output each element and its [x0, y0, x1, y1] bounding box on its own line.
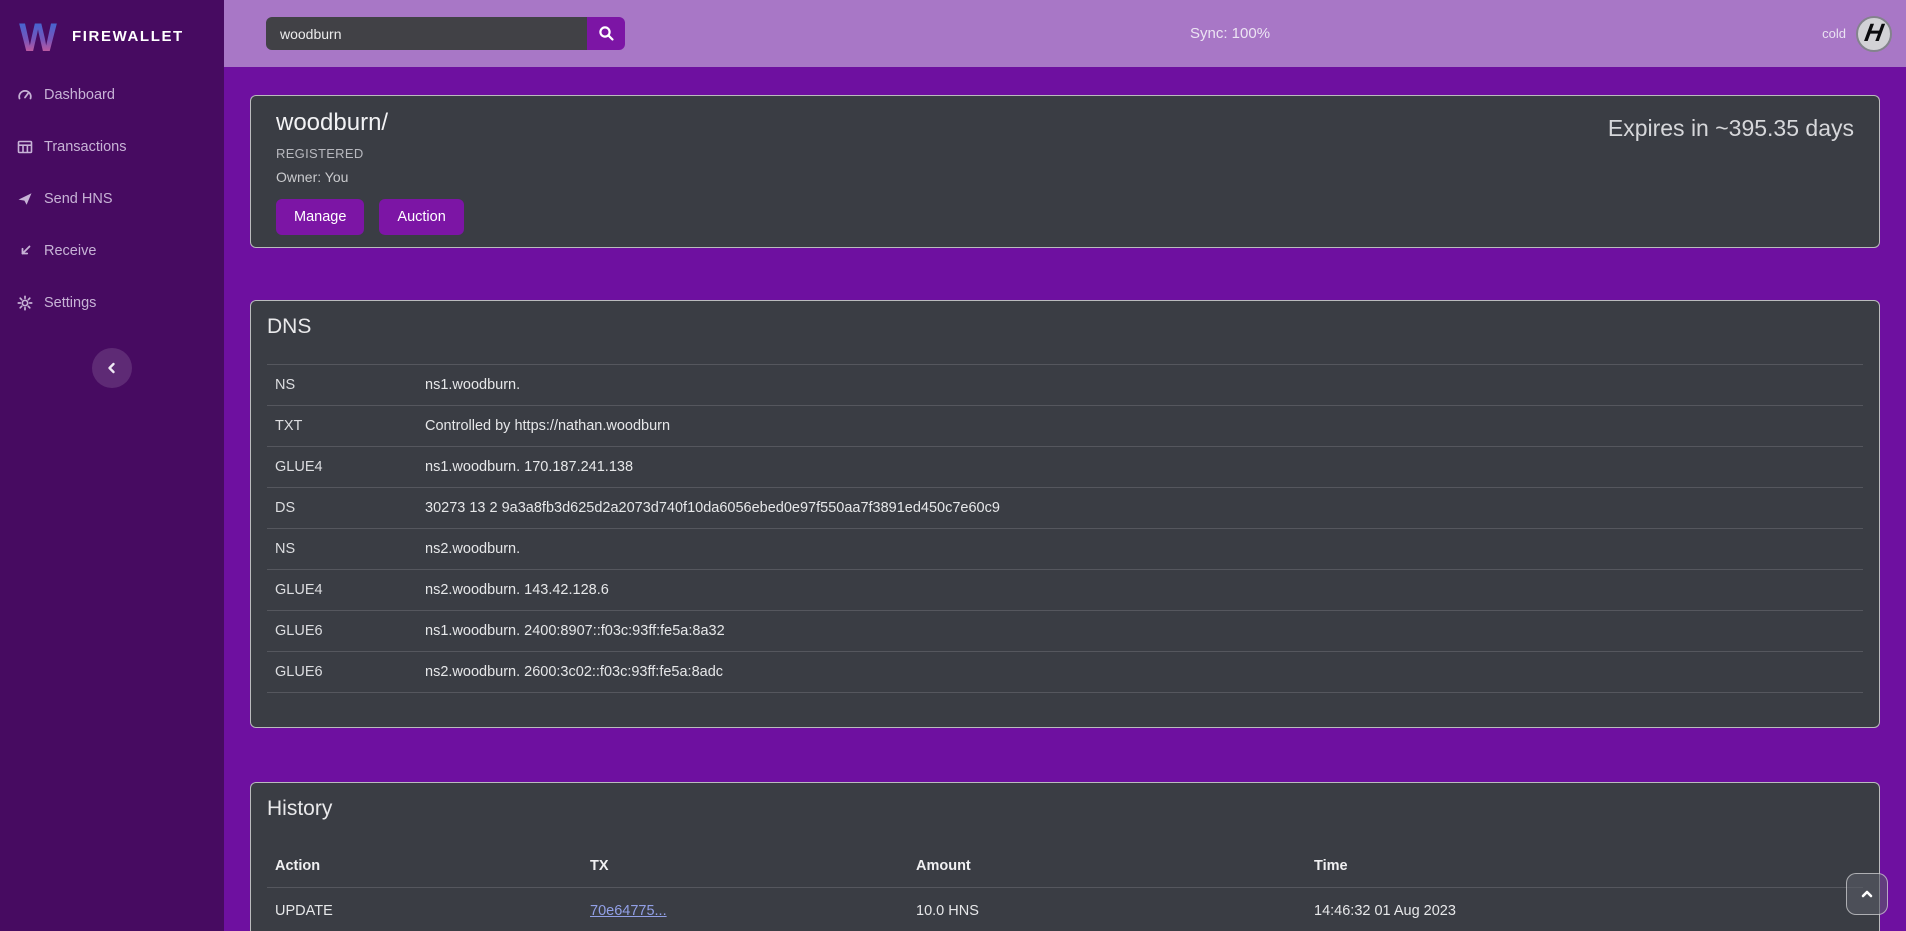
history-col-amount: Amount [908, 845, 1306, 887]
svg-text:W: W [19, 16, 57, 60]
sidebar-item-label: Send HNS [44, 191, 113, 207]
wallet-name-label: cold [1822, 26, 1846, 41]
history-action: UPDATE [267, 887, 582, 931]
dns-record-type: NS [267, 365, 417, 406]
app-title: FIREWALLET [72, 28, 184, 45]
history-col-action: Action [267, 845, 582, 887]
dns-record-value: ns1.woodburn. 2400:8907::f03c:93ff:fe5a:… [417, 611, 1863, 652]
expiry-label: Expires in ~395.35 days [1608, 115, 1854, 142]
scroll-to-top-button[interactable] [1846, 873, 1888, 915]
sidebar-item-send-hns[interactable]: Send HNS [0, 173, 224, 225]
history-card: History Action TX Amount Time UPDATE 70e… [250, 782, 1880, 931]
sidebar-nav: Dashboard Transactions Send HNS [0, 69, 224, 329]
dns-table: NS ns1.woodburn. TXT Controlled by https… [267, 364, 1863, 693]
domain-summary-card: woodburn/ REGISTERED Owner: You Manage A… [250, 95, 1880, 248]
sidebar-item-dashboard[interactable]: Dashboard [0, 69, 224, 121]
topbar: Sync: 100% cold H [224, 0, 1906, 67]
dns-record-row: GLUE6 ns2.woodburn. 2600:3c02::f03c:93ff… [267, 652, 1863, 693]
tx-link[interactable]: 70e64775... [590, 903, 667, 919]
search-bar [266, 17, 625, 50]
brand: W FIREWALLET [0, 0, 224, 64]
chevron-up-icon [1859, 886, 1875, 902]
firewallet-logo-icon: W [16, 14, 60, 60]
auction-button[interactable]: Auction [379, 199, 463, 235]
dns-record-row: NS ns2.woodburn. [267, 529, 1863, 570]
dns-record-row: NS ns1.woodburn. [267, 365, 1863, 406]
transactions-table-icon [17, 139, 33, 155]
dns-record-row: TXT Controlled by https://nathan.woodbur… [267, 406, 1863, 447]
sidebar-item-transactions[interactable]: Transactions [0, 121, 224, 173]
settings-gear-icon [17, 295, 33, 311]
sidebar: W FIREWALLET Dashboard [0, 0, 224, 931]
dns-card: DNS NS ns1.woodburn. TXT Controlled by h… [250, 300, 1880, 728]
dns-record-value: ns2.woodburn. 2600:3c02::f03c:93ff:fe5a:… [417, 652, 1863, 693]
hns-logo-icon[interactable]: H [1856, 16, 1892, 52]
manage-button[interactable]: Manage [276, 199, 364, 235]
sync-status: Sync: 100% [1190, 0, 1270, 67]
receive-arrow-icon [17, 243, 33, 259]
domain-status-label: REGISTERED [276, 146, 1854, 161]
search-input[interactable] [266, 17, 587, 50]
history-col-tx: TX [582, 845, 908, 887]
domain-owner-label: Owner: You [276, 169, 1854, 185]
domain-actions: Manage Auction [276, 199, 1854, 235]
history-time: 14:46:32 01 Aug 2023 [1306, 887, 1863, 931]
history-header-row: Action TX Amount Time [267, 845, 1863, 887]
sidebar-item-receive[interactable]: Receive [0, 225, 224, 277]
dns-record-type: DS [267, 488, 417, 529]
dns-record-value: Controlled by https://nathan.woodburn [417, 406, 1863, 447]
dns-record-type: TXT [267, 406, 417, 447]
dashboard-icon [17, 87, 33, 103]
history-row: UPDATE 70e64775... 10.0 HNS 14:46:32 01 … [267, 887, 1863, 931]
send-paper-plane-icon [17, 191, 33, 207]
dns-record-row: DS 30273 13 2 9a3a8fb3d625d2a2073d740f10… [267, 488, 1863, 529]
history-amount: 10.0 HNS [908, 887, 1306, 931]
dns-record-value: ns2.woodburn. 143.42.128.6 [417, 570, 1863, 611]
sidebar-collapse-button[interactable] [92, 348, 132, 388]
dns-record-type: GLUE4 [267, 447, 417, 488]
dns-record-type: GLUE4 [267, 570, 417, 611]
history-col-time: Time [1306, 845, 1863, 887]
search-icon [598, 25, 615, 42]
sidebar-item-label: Settings [44, 295, 96, 311]
dns-record-value: ns1.woodburn. [417, 365, 1863, 406]
dns-record-row: GLUE4 ns2.woodburn. 143.42.128.6 [267, 570, 1863, 611]
sidebar-item-label: Receive [44, 243, 96, 259]
sidebar-item-settings[interactable]: Settings [0, 277, 224, 329]
dns-record-value: ns1.woodburn. 170.187.241.138 [417, 447, 1863, 488]
dns-record-row: GLUE6 ns1.woodburn. 2400:8907::f03c:93ff… [267, 611, 1863, 652]
history-table: Action TX Amount Time UPDATE 70e64775...… [267, 845, 1863, 931]
dns-record-type: GLUE6 [267, 611, 417, 652]
chevron-left-icon [104, 360, 120, 376]
wallet-switcher[interactable]: cold H [1822, 0, 1892, 67]
dns-record-type: NS [267, 529, 417, 570]
dns-title: DNS [267, 315, 1863, 339]
history-title: History [267, 797, 1863, 821]
sidebar-item-label: Dashboard [44, 87, 115, 103]
dns-record-value: 30273 13 2 9a3a8fb3d625d2a2073d740f10da6… [417, 488, 1863, 529]
search-button[interactable] [587, 17, 625, 50]
dns-record-row: GLUE4 ns1.woodburn. 170.187.241.138 [267, 447, 1863, 488]
dns-record-type: GLUE6 [267, 652, 417, 693]
dns-record-value: ns2.woodburn. [417, 529, 1863, 570]
sidebar-item-label: Transactions [44, 139, 126, 155]
